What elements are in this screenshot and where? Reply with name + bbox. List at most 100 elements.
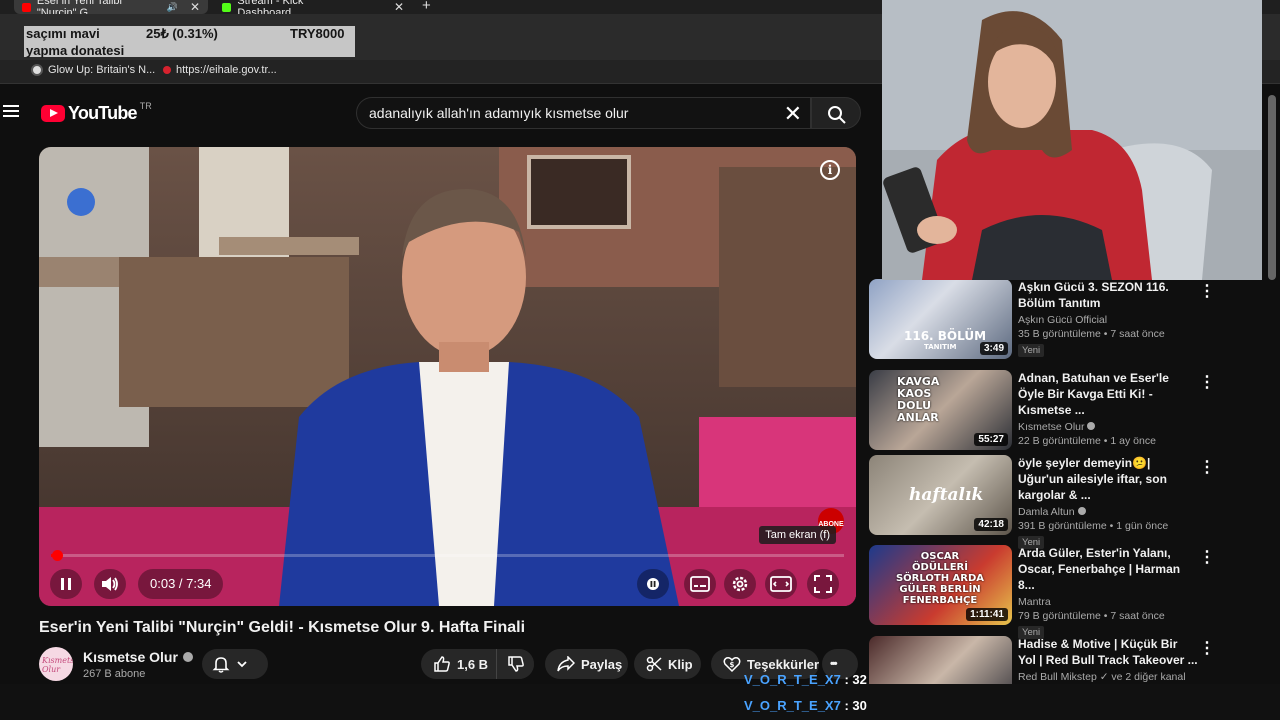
verified-icon bbox=[1077, 507, 1086, 515]
video-title-link[interactable]: Arda Güler, Ester'in Yalanı, Oscar, Fene… bbox=[1018, 545, 1198, 593]
view-stats: 79 B görüntüleme • 7 saat önce bbox=[1018, 610, 1165, 622]
view-stats: 391 B görüntüleme • 1 gün önce bbox=[1018, 520, 1169, 532]
pause-button[interactable] bbox=[50, 569, 82, 599]
more-options-icon[interactable]: ⋮ bbox=[1199, 638, 1215, 658]
video-thumbnail[interactable]: KAVGA KAOS DOLU ANLAR 55:27 bbox=[869, 370, 1012, 450]
svg-text:$: $ bbox=[730, 661, 735, 669]
recommendation-item[interactable]: KAVGA KAOS DOLU ANLAR 55:27 Adnan, Batuh… bbox=[869, 370, 1269, 454]
more-options-icon[interactable]: ⋮ bbox=[1199, 547, 1215, 567]
view-stats: 22 B görüntüleme • 1 ay önce bbox=[1018, 435, 1156, 447]
recommendation-item[interactable]: Hadise & Motive | Küçük Bir Yol | Red Bu… bbox=[869, 636, 1269, 684]
info-icon[interactable]: i bbox=[820, 160, 840, 180]
leaderboard-row: V_O_R_T_E_X7 : 30 bbox=[744, 698, 867, 713]
channel-name[interactable]: Kısmetse Olur bbox=[83, 649, 193, 665]
share-label: Paylaş bbox=[581, 656, 623, 672]
channel-avatar[interactable]: Kısmetse Olur bbox=[39, 647, 73, 681]
channel-name[interactable]: Kısmetse Olur bbox=[1018, 421, 1198, 433]
thumbnail-text: OSCAR ÖDÜLLERİ SÖRLOTH ARDA GÜLER BERLİN… bbox=[895, 551, 985, 606]
gear-icon bbox=[732, 576, 748, 592]
donation-amount: 25₺ (0.31%) bbox=[146, 26, 218, 41]
thumbnail-subtext: TANITIM bbox=[924, 343, 957, 351]
video-title-link[interactable]: öyle şeyler demeyin😕| Uğur'un ailesiyle … bbox=[1018, 455, 1198, 503]
more-options-icon[interactable]: ⋮ bbox=[1199, 457, 1215, 477]
autoplay-toggle[interactable] bbox=[637, 569, 669, 599]
thumbnail-text: 116. BÖLÜM bbox=[904, 329, 987, 343]
video-player[interactable]: i ABONE Tam ekran (f) 0:03 / 7:34 bbox=[39, 147, 856, 606]
more-options-icon[interactable]: ⋮ bbox=[1199, 372, 1215, 392]
theater-mode-button[interactable] bbox=[765, 569, 797, 599]
progress-scrubber[interactable] bbox=[51, 550, 63, 561]
verified-icon bbox=[182, 652, 193, 662]
progress-bar[interactable] bbox=[51, 550, 844, 561]
donation-goal-overlay: saçımı mavi yapma donatesi 25₺ (0.31%) T… bbox=[24, 26, 355, 58]
search-input[interactable]: adanalıyık allah'ın adamıyık kısmetse ol… bbox=[369, 105, 628, 121]
video-duration: 42:18 bbox=[974, 518, 1008, 531]
recommendation-item[interactable]: haftalık 42:18 öyle şeyler demeyin😕| Uğu… bbox=[869, 455, 1269, 549]
new-badge: Yeni bbox=[1018, 344, 1045, 357]
donation-message-line2: yapma donatesi bbox=[26, 43, 125, 58]
search-box[interactable]: adanalıyık allah'ın adamıyık kısmetse ol… bbox=[356, 97, 811, 129]
notification-bell-button[interactable] bbox=[202, 649, 268, 679]
like-count: 1,6 B bbox=[457, 656, 489, 672]
video-thumbnail[interactable]: OSCAR ÖDÜLLERİ SÖRLOTH ARDA GÜLER BERLİN… bbox=[869, 545, 1012, 625]
fullscreen-button[interactable] bbox=[807, 569, 839, 599]
more-options-icon[interactable]: ⋮ bbox=[1199, 281, 1215, 301]
bookmark-label: Glow Up: Britain's N... bbox=[48, 64, 156, 76]
thumbs-down-icon bbox=[508, 656, 524, 672]
channel-name[interactable]: Aşkın Gücü Official bbox=[1018, 314, 1198, 326]
country-code: TR bbox=[139, 100, 152, 111]
theater-icon bbox=[770, 576, 792, 592]
tab-kick-dashboard[interactable]: Stream - Kick Dashboard ✕ bbox=[214, 0, 412, 19]
recommendation-item[interactable]: 116. BÖLÜM TANITIM 3:49 Aşkın Gücü 3. SE… bbox=[869, 279, 1269, 363]
recommendation-item[interactable]: OSCAR ÖDÜLLERİ SÖRLOTH ARDA GÜLER BERLİN… bbox=[869, 545, 1269, 639]
super-thanks-icon: $ bbox=[723, 657, 741, 673]
close-tab-icon[interactable]: ✕ bbox=[190, 0, 200, 14]
scissors-icon bbox=[646, 656, 662, 672]
kick-favicon-icon bbox=[222, 2, 232, 12]
video-title-link[interactable]: Adnan, Batuhan ve Eser'le Öyle Bir Kavga… bbox=[1018, 370, 1198, 418]
tab-youtube[interactable]: Eser'in Yeni Talibi "Nurçin" G 🔊 ✕ bbox=[14, 0, 208, 19]
youtube-logo[interactable]: YouTube TR bbox=[41, 100, 152, 124]
clip-label: Klip bbox=[668, 656, 693, 672]
subtitles-button[interactable] bbox=[684, 569, 716, 599]
close-tab-icon[interactable]: ✕ bbox=[394, 0, 404, 14]
channel-name[interactable]: Red Bull Mikstep ✓ ve 2 diğer kanal bbox=[1018, 671, 1198, 683]
view-stats: 35 B görüntüleme • 7 saat önce bbox=[1018, 328, 1165, 340]
channel-name-text: Kısmetse Olur bbox=[1018, 421, 1085, 433]
bookmark-glow-up[interactable]: Glow Up: Britain's N... bbox=[31, 64, 155, 76]
streamer-webcam bbox=[882, 0, 1262, 280]
share-button[interactable]: Paylaş bbox=[545, 649, 628, 679]
more-icon: ••• bbox=[830, 658, 837, 670]
channel-name-text: Kısmetse Olur bbox=[83, 649, 178, 665]
menu-icon[interactable] bbox=[3, 105, 19, 117]
subscriber-count: 267 B abone bbox=[83, 668, 146, 680]
webcam-image bbox=[882, 0, 1262, 280]
video-thumbnail[interactable]: 116. BÖLÜM TANITIM 3:49 bbox=[869, 279, 1012, 359]
dislike-button[interactable] bbox=[496, 649, 534, 679]
video-duration: 3:49 bbox=[979, 342, 1008, 355]
video-title-link[interactable]: Hadise & Motive | Küçük Bir Yol | Red Bu… bbox=[1018, 636, 1198, 668]
audio-icon[interactable]: 🔊 bbox=[167, 2, 178, 13]
video-thumbnail[interactable]: haftalık 42:18 bbox=[869, 455, 1012, 535]
leaderboard-points: : 30 bbox=[844, 698, 867, 713]
bookmark-label: https://eihale.gov.tr... bbox=[176, 64, 277, 76]
subtitles-icon bbox=[690, 576, 710, 592]
new-tab-button[interactable]: + bbox=[422, 0, 431, 14]
clip-button[interactable]: Klip bbox=[634, 649, 701, 679]
search-button[interactable] bbox=[811, 97, 861, 129]
youtube-favicon-icon bbox=[22, 2, 31, 12]
youtube-header: YouTube TR adanalıyık allah'ın adamıyık … bbox=[0, 85, 880, 141]
verified-icon bbox=[1087, 422, 1096, 430]
video-title-link[interactable]: Aşkın Gücü 3. SEZON 116. Bölüm Tanıtım bbox=[1018, 279, 1198, 311]
page-scrollbar[interactable] bbox=[1268, 95, 1276, 280]
volume-button[interactable] bbox=[94, 569, 126, 599]
bell-icon bbox=[212, 657, 230, 673]
video-thumbnail[interactable] bbox=[869, 636, 1012, 684]
channel-name[interactable]: Damla Altun bbox=[1018, 506, 1198, 518]
channel-name[interactable]: Mantra bbox=[1018, 596, 1198, 608]
settings-button[interactable] bbox=[724, 569, 756, 599]
clear-search-icon[interactable]: ✕ bbox=[784, 101, 802, 127]
leaderboard-username: V_O_R_T_E_X7 bbox=[744, 672, 841, 687]
bookmark-eihale[interactable]: https://eihale.gov.tr... bbox=[163, 64, 277, 76]
fullscreen-icon bbox=[814, 575, 832, 593]
